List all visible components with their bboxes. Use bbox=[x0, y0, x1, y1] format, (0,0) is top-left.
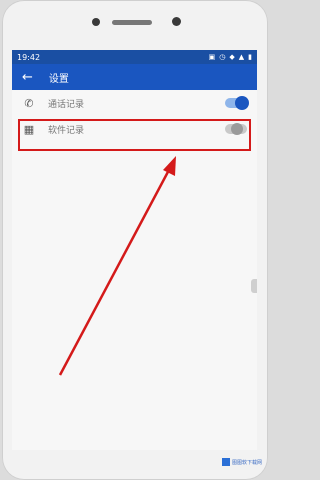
screen: 19:42 ▣ ◷ ◆ ▲ ▮ ← 设置 ✆ 通话记录 ▦ 软件记录 bbox=[12, 50, 257, 450]
watermark: 图图软下载网 bbox=[221, 458, 262, 466]
front-camera bbox=[172, 17, 181, 26]
watermark-logo-icon bbox=[221, 458, 230, 466]
phone-frame: 19:42 ▣ ◷ ◆ ▲ ▮ ← 设置 ✆ 通话记录 ▦ 软件记录 图图软下载… bbox=[2, 0, 268, 480]
sensor-dot bbox=[92, 18, 100, 26]
earpiece-speaker bbox=[112, 20, 152, 25]
arrow-shaft bbox=[58, 167, 172, 376]
annotation-arrow bbox=[58, 156, 176, 376]
arrow-head bbox=[163, 156, 176, 176]
watermark-text: 图图软下载网 bbox=[231, 459, 262, 466]
top-bezel bbox=[2, 0, 268, 48]
